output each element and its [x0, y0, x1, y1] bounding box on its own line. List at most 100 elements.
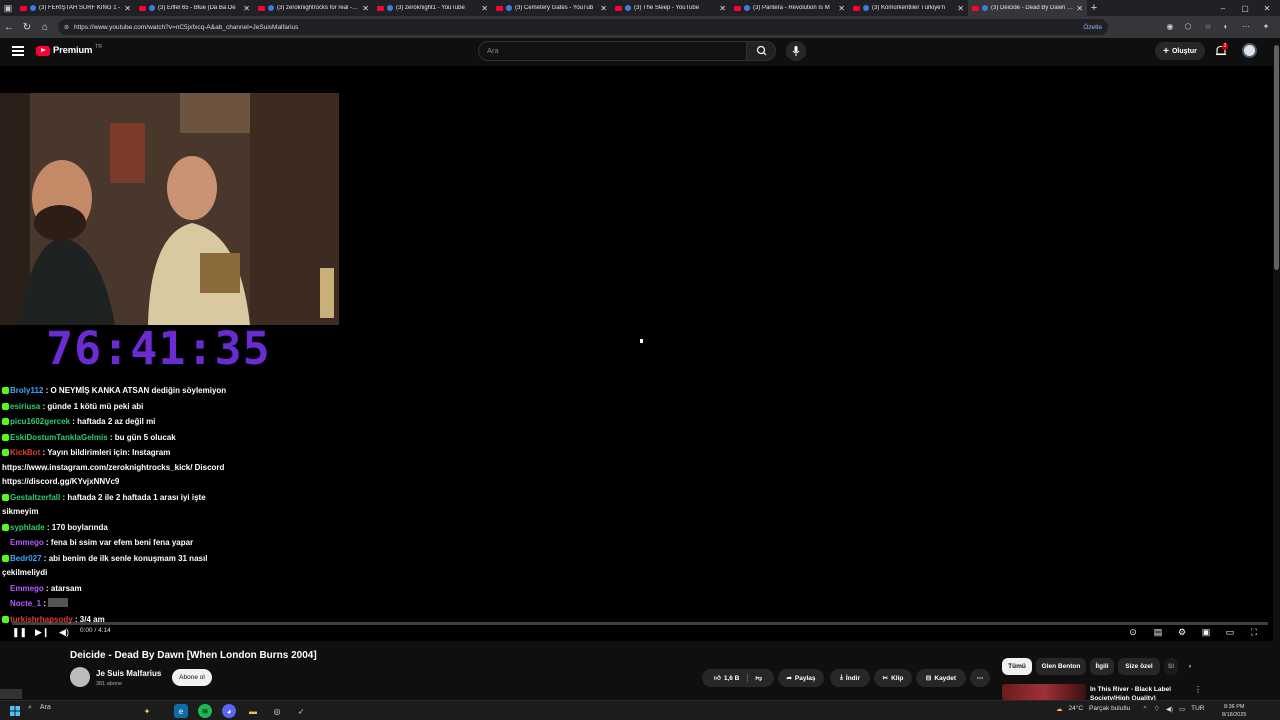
chip-related[interactable]: İlgili: [1090, 658, 1114, 675]
chip-for-you[interactable]: Size özel: [1118, 658, 1160, 675]
voice-search-button[interactable]: [786, 41, 806, 61]
summarize-button[interactable]: Özetle: [1083, 24, 1102, 31]
browser-tab[interactable]: (3) FERİŞTAH SURF KING 1 - ✕: [16, 0, 135, 16]
file-explorer-icon[interactable]: ▬: [246, 704, 260, 718]
autoplay-toggle[interactable]: ⊙: [1124, 627, 1142, 638]
close-window-button[interactable]: ✕: [1256, 0, 1278, 16]
tab-close-icon[interactable]: ✕: [1076, 4, 1083, 13]
speaker-icon[interactable]: ◀): [1166, 705, 1173, 713]
browser-tab[interactable]: (3) Pantera - Revolution Is M ✕: [730, 0, 849, 16]
copilot-taskbar-icon[interactable]: ✦: [140, 704, 154, 718]
tab-close-icon[interactable]: ✕: [243, 4, 250, 13]
favorites-icon[interactable]: ☆: [1202, 21, 1214, 33]
clip-button[interactable]: ✂ Klip: [874, 669, 912, 687]
browser-tab[interactable]: (3) Eiffel 65 - Blue (Da Ba De ✕: [135, 0, 254, 16]
tray-chevron-icon[interactable]: ⌃: [1142, 705, 1147, 713]
browser-tab[interactable]: (3) Deicide - Dead By Dawn [Whe ✕: [968, 0, 1087, 16]
chip-partial[interactable]: Sl: [1164, 658, 1178, 675]
reload-icon[interactable]: ↻: [18, 22, 36, 33]
account-avatar[interactable]: [1242, 43, 1257, 58]
pause-icon[interactable]: ❚❚: [12, 627, 27, 638]
thumbs-up-icon: 👍︎: [714, 675, 721, 682]
chip-glen-benton[interactable]: Glen Benton: [1036, 658, 1086, 675]
home-icon[interactable]: ⌂: [36, 22, 54, 33]
share-button[interactable]: ➦ Paylaş: [778, 669, 824, 687]
save-label: Kaydet: [934, 674, 957, 682]
extension-icon[interactable]: ◉: [1164, 21, 1176, 33]
browser-tab[interactable]: (3) zeroknightrocks for real - You ✕: [254, 0, 373, 16]
like-button[interactable]: 👍︎ 1,6 B: [714, 674, 749, 682]
fullscreen-icon[interactable]: ⛶: [1248, 627, 1260, 638]
tab-close-icon[interactable]: ✕: [838, 4, 845, 13]
address-bar[interactable]: ⊜ https://www.youtube.com/watch?v=nC5jxf…: [58, 19, 1108, 35]
channel-avatar[interactable]: [70, 667, 90, 687]
chat-message: EskiDostumTanklaGelmis : bu gün 5 olucak: [2, 431, 242, 446]
chat-username: Emmego: [10, 538, 44, 547]
app-icon[interactable]: ◎: [270, 704, 284, 718]
subtitles-icon[interactable]: ▤: [1152, 627, 1164, 638]
search-button[interactable]: [746, 41, 776, 61]
taskbar-clock[interactable]: 8:36 PM 8/18/2025: [1222, 703, 1246, 719]
window-menu-icon[interactable]: ▣: [0, 0, 16, 16]
more-actions-button[interactable]: ⋯: [970, 669, 990, 687]
youtube-favicon-icon: [496, 5, 503, 11]
copilot-icon[interactable]: ✦: [1260, 21, 1272, 33]
scissors-icon: ✂: [882, 675, 889, 682]
miniplayer-icon[interactable]: ▣: [1200, 627, 1212, 638]
search-input[interactable]: Ara: [478, 41, 746, 61]
browser-tab[interactable]: (3) Cemetery Gates - YouTub ✕: [492, 0, 611, 16]
minimize-button[interactable]: –: [1212, 0, 1234, 16]
create-button[interactable]: + Oluştur: [1155, 42, 1205, 60]
volume-icon[interactable]: ◀): [58, 627, 70, 638]
chat-username: Broly112: [10, 386, 44, 395]
language-indicator[interactable]: TUR: [1191, 705, 1204, 712]
taskbar-search-icon: ⌕: [28, 704, 32, 711]
network-icon[interactable]: ⌔: [1154, 704, 1160, 713]
theater-mode-icon[interactable]: ▭: [1224, 627, 1236, 638]
notification-count-badge: 3: [1222, 43, 1228, 50]
extensions-puzzle-icon[interactable]: ⬡: [1182, 21, 1194, 33]
discord-icon[interactable]: ◕: [222, 704, 236, 718]
browser-tab[interactable]: (3) The Sleep - YouTube ✕: [611, 0, 730, 16]
save-button[interactable]: ⊟ Kaydet: [916, 669, 966, 687]
page-scrollbar-thumb[interactable]: [1274, 45, 1279, 270]
chat-message: Bedr027 : abi benim de ilk senle konuşma…: [2, 552, 242, 581]
taskbar-search[interactable]: ⌕ Ara: [28, 704, 51, 712]
tab-close-icon[interactable]: ✕: [124, 4, 131, 13]
chips-next-icon[interactable]: ›: [1182, 658, 1198, 675]
share-icon: ➦: [786, 675, 792, 682]
next-icon[interactable]: ▶❙: [35, 627, 49, 638]
start-windows-icon[interactable]: [8, 704, 22, 718]
tab-close-icon[interactable]: ✕: [481, 4, 488, 13]
tab-title: (3) Cemetery Gates - YouTub: [515, 5, 594, 11]
chip-all[interactable]: Tümü: [1002, 658, 1032, 675]
subscriber-count: 381 abone: [96, 681, 122, 687]
tab-close-icon[interactable]: ✕: [362, 4, 369, 13]
channel-name[interactable]: Je Suis Malfarius: [96, 669, 161, 678]
youtube-premium-logo[interactable]: Premium TR: [36, 44, 102, 56]
tab-close-icon[interactable]: ✕: [600, 4, 607, 13]
site-info-icon[interactable]: ⊜: [64, 24, 69, 31]
browser-tab[interactable]: (3) Kömürkentliler Türkiye'n ✕: [849, 0, 968, 16]
download-button[interactable]: ⤓ İndir: [830, 669, 870, 687]
related-video-thumbnail[interactable]: [1002, 684, 1086, 700]
tab-close-icon[interactable]: ✕: [719, 4, 726, 13]
subscribe-button[interactable]: Abone ol: [172, 669, 212, 686]
more-menu-icon[interactable]: ⋯: [1240, 21, 1252, 33]
related-more-icon[interactable]: ⋮: [1194, 685, 1202, 694]
youtube-header: Premium TR Ara + Oluştur 3: [0, 38, 1280, 66]
tab-close-icon[interactable]: ✕: [957, 4, 964, 13]
thumbs-down-icon[interactable]: 👎︎: [751, 674, 762, 682]
profile-icon[interactable]: ◐: [1220, 21, 1232, 33]
weather-temp[interactable]: 24°C: [1069, 705, 1084, 712]
new-tab-button[interactable]: +: [1087, 2, 1101, 14]
battery-icon[interactable]: ▭: [1179, 705, 1185, 713]
settings-gear-icon[interactable]: ⚙: [1176, 627, 1188, 638]
steam-icon[interactable]: ➶: [294, 704, 308, 718]
menu-icon[interactable]: [12, 46, 24, 56]
back-icon[interactable]: ←: [0, 22, 18, 33]
edge-browser-icon[interactable]: e: [174, 704, 188, 718]
browser-tab[interactable]: (3) zeroknight1 - YouTube ✕: [373, 0, 492, 16]
spotify-icon[interactable]: ≋: [198, 704, 212, 718]
maximize-button[interactable]: ▢: [1234, 0, 1256, 16]
